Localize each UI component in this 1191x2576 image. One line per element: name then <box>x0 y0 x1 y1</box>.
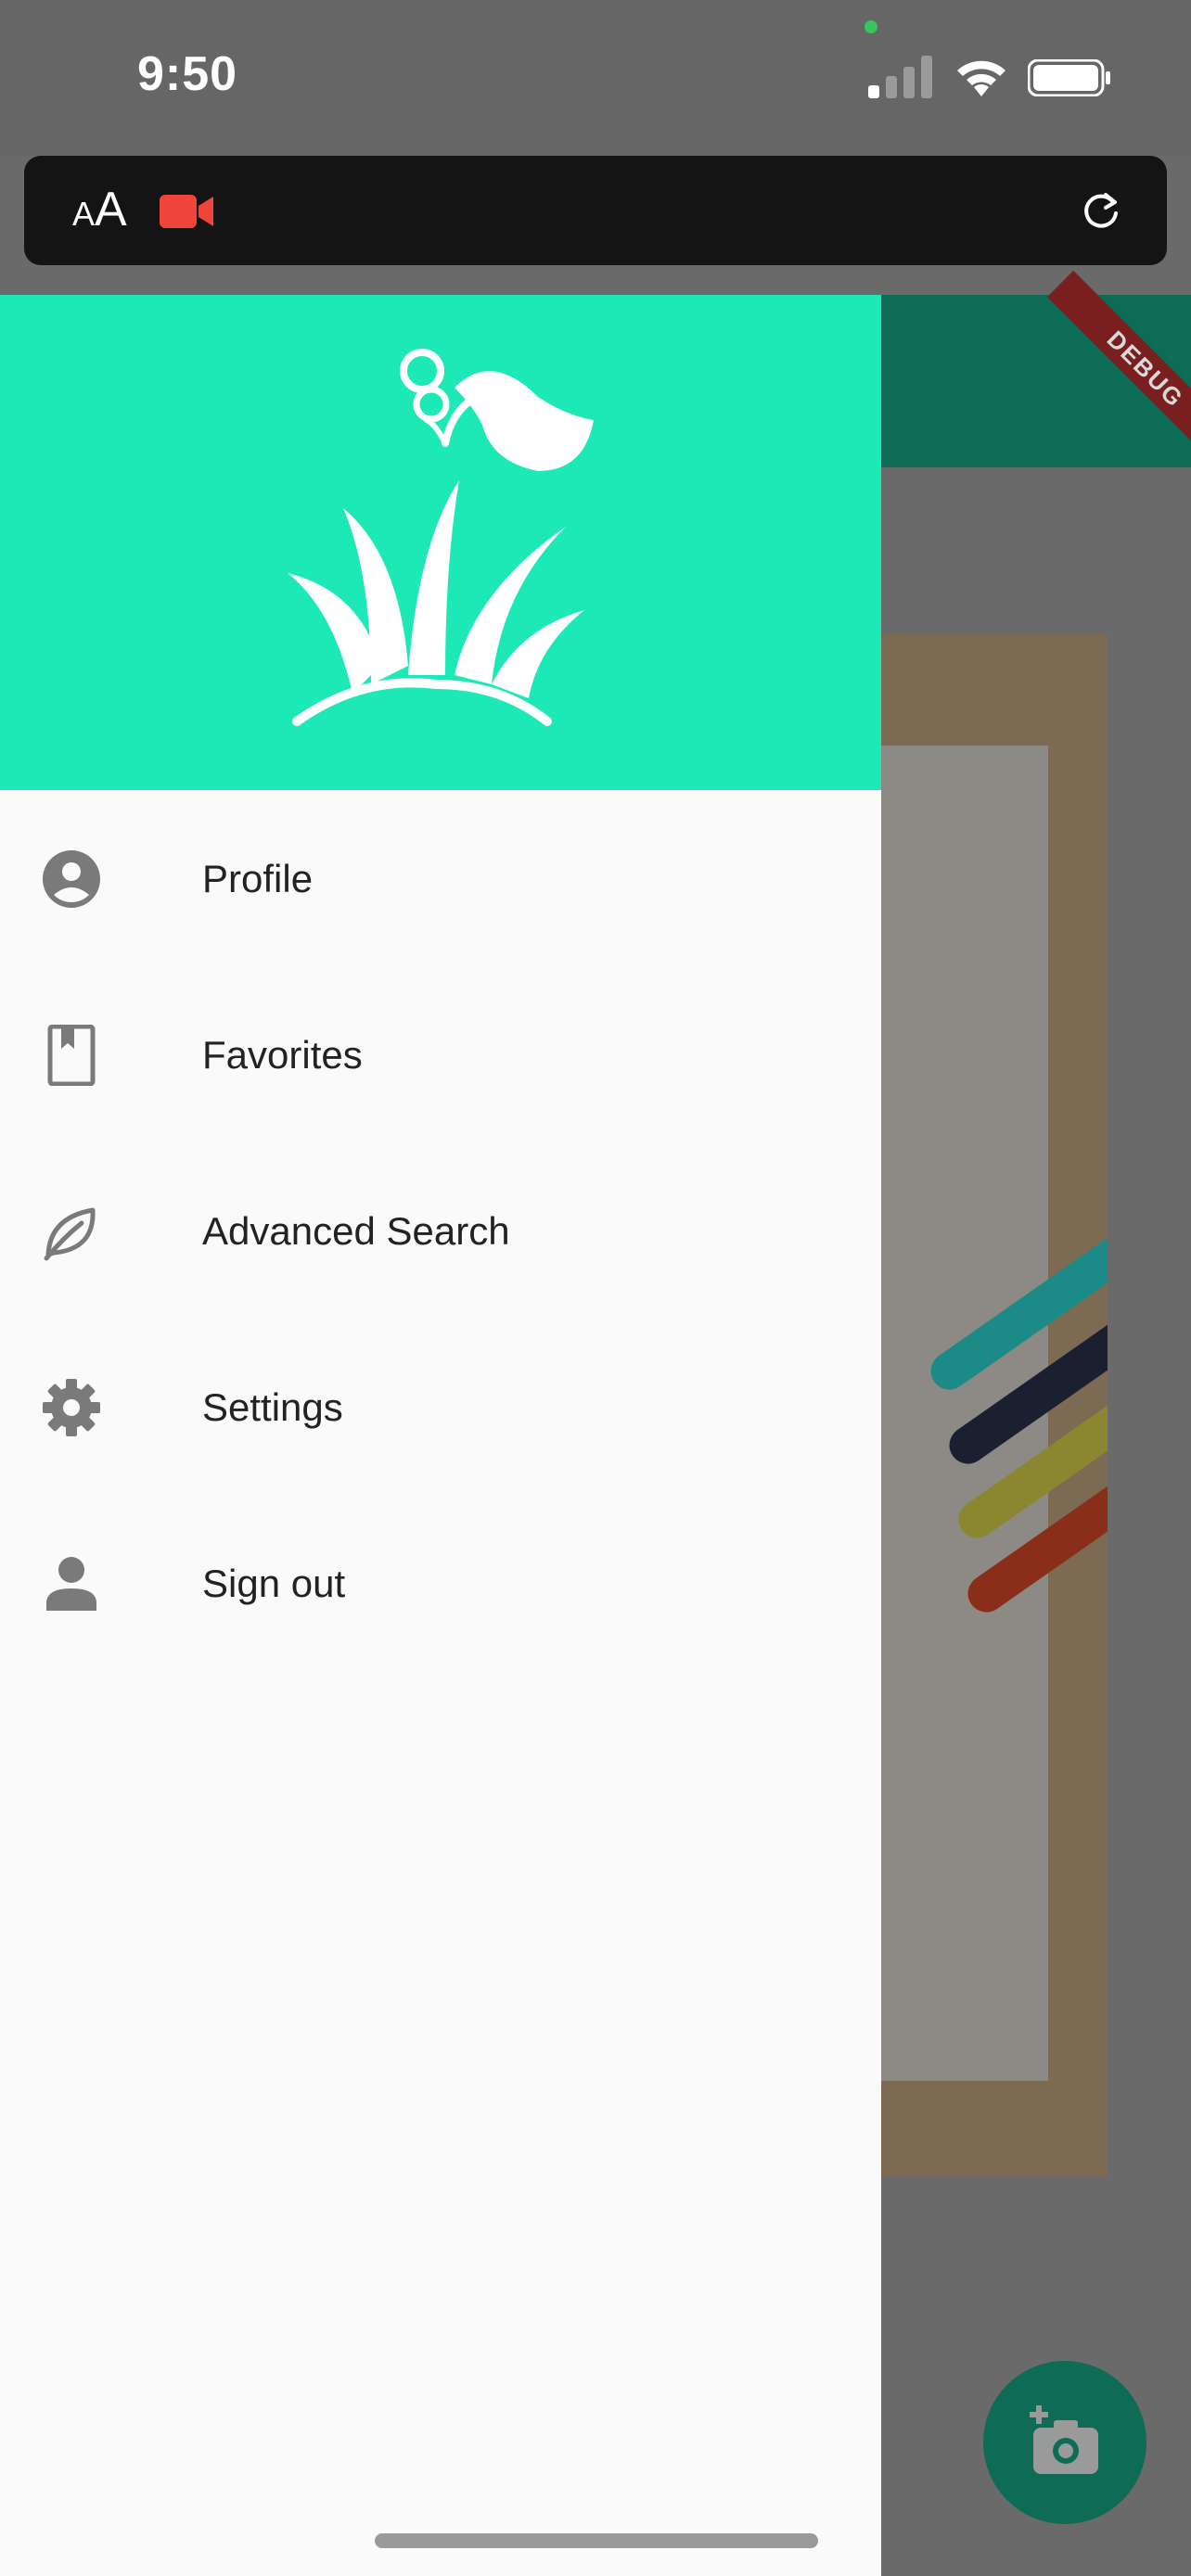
cellular-signal-icon <box>868 56 932 98</box>
leaf-icon <box>44 1207 96 1261</box>
drawer-item-profile[interactable]: Profile <box>0 790 881 966</box>
drawer-item-settings[interactable]: Settings <box>0 1319 881 1495</box>
drawer-item-label: Favorites <box>202 1033 363 1077</box>
drawer-item-label: Settings <box>202 1385 343 1429</box>
drawer-header <box>0 295 881 790</box>
drawer-item-advanced-search[interactable]: Advanced Search <box>0 1142 881 1319</box>
content-image <box>881 634 1108 2177</box>
drawer-item-label: Advanced Search <box>202 1209 510 1253</box>
home-indicator[interactable] <box>375 2533 818 2548</box>
battery-icon <box>1028 59 1110 96</box>
account-circle-icon <box>43 850 100 908</box>
gear-icon <box>43 1379 100 1436</box>
text-size-small-glyph: A <box>72 195 96 233</box>
video-camera-icon[interactable] <box>160 195 215 228</box>
navigation-drawer: Profile Favorites Advanced Search Settin… <box>0 295 881 2576</box>
drawer-item-label: Sign out <box>202 1562 346 1605</box>
add-photo-button[interactable] <box>983 2361 1146 2524</box>
drawer-menu: Profile Favorites Advanced Search Settin… <box>0 790 881 1671</box>
person-icon <box>46 1557 96 1611</box>
browser-address-bar: AA <box>24 156 1167 265</box>
camera-indicator-dot <box>864 20 877 33</box>
bookmark-icon <box>47 1025 96 1086</box>
drawer-item-sign-out[interactable]: Sign out <box>0 1495 881 1671</box>
add-photo-icon <box>1030 2405 1098 2474</box>
text-size-large-glyph: A <box>95 183 127 236</box>
drawer-item-label: Profile <box>202 857 314 900</box>
status-time: 9:50 <box>137 47 238 101</box>
reload-icon[interactable] <box>1080 189 1122 232</box>
status-bar: 9:50 <box>0 0 1191 156</box>
plant-logo <box>288 349 594 726</box>
wifi-icon <box>957 60 1005 96</box>
text-size-button[interactable]: AA <box>72 184 127 240</box>
drawer-item-favorites[interactable]: Favorites <box>0 966 881 1142</box>
